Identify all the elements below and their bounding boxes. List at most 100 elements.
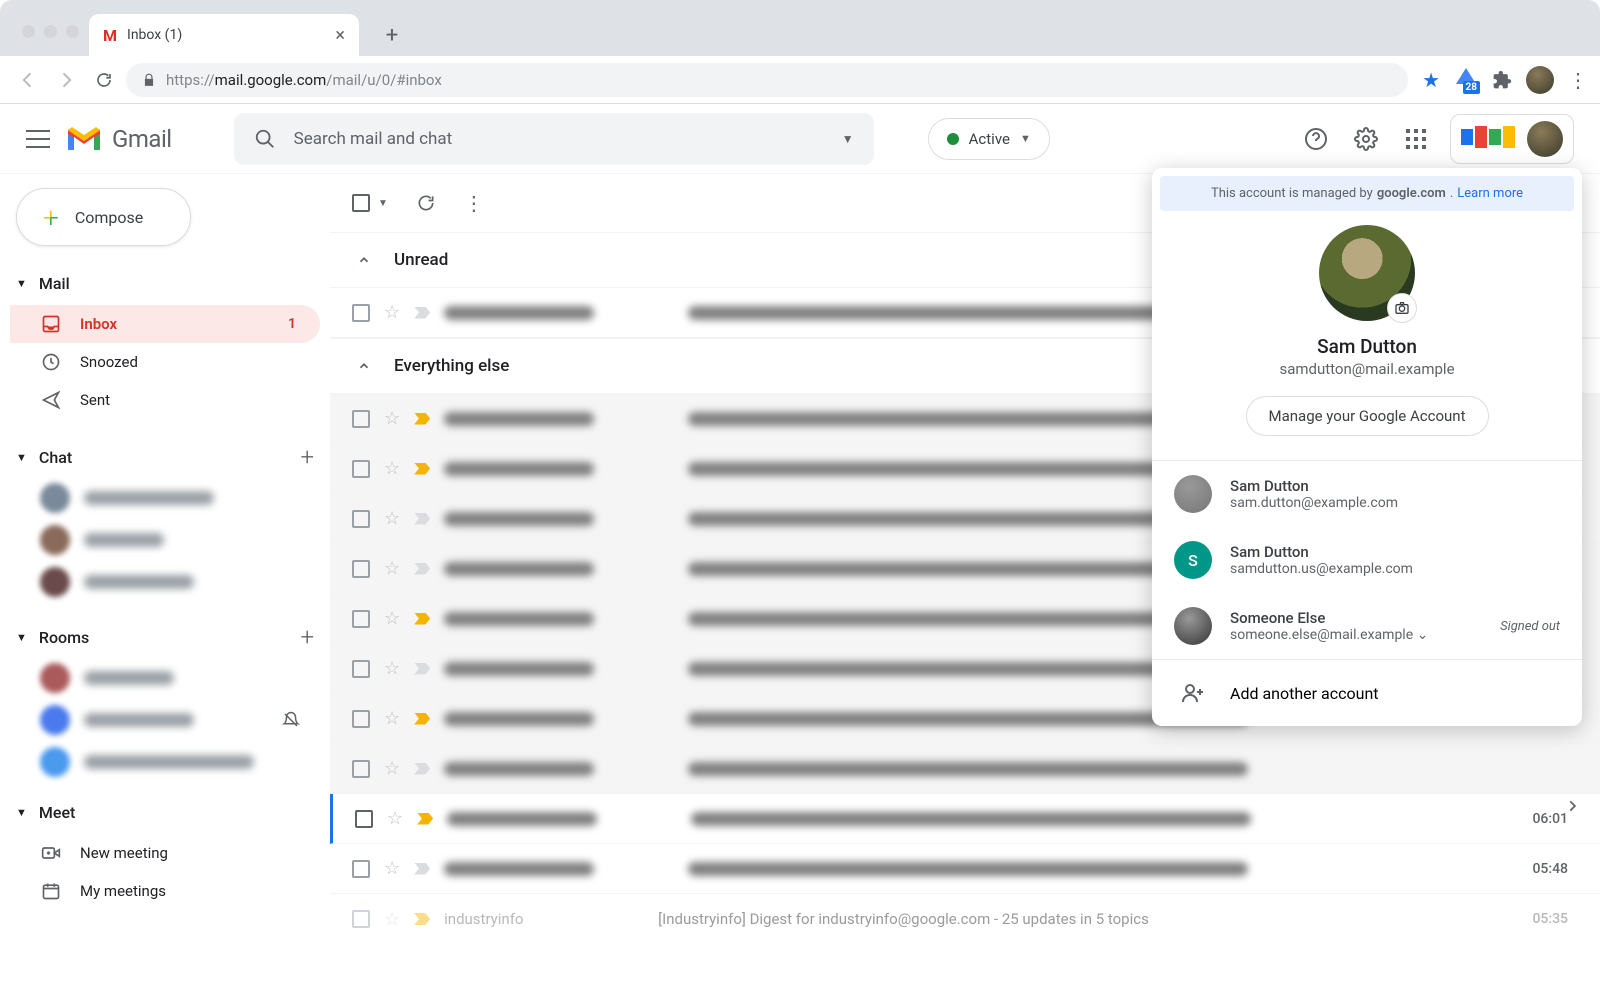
importance-marker-icon[interactable] [414, 613, 430, 625]
presence-dot-icon [947, 133, 959, 145]
alt-account-name: Sam Dutton [1230, 477, 1398, 495]
add-room-button[interactable]: + [300, 623, 314, 651]
importance-marker-icon[interactable] [414, 663, 430, 675]
settings-button[interactable] [1350, 123, 1382, 155]
browser-tab-active[interactable]: M Inbox (1) × [89, 14, 359, 56]
room-item[interactable] [10, 699, 320, 741]
row-checkbox[interactable] [352, 710, 370, 728]
mail-row[interactable]: ☆industryinfo[Industryinfo] Digest for i… [330, 894, 1600, 944]
importance-marker-icon[interactable] [414, 563, 430, 575]
profile-avatar-icon[interactable] [1526, 66, 1554, 94]
star-icon[interactable]: ☆ [384, 458, 400, 479]
chat-contact[interactable] [10, 519, 320, 561]
extension-icon[interactable]: 28 [1454, 68, 1478, 92]
mute-icon [282, 711, 302, 729]
sidebar-item-my-meetings[interactable]: My meetings [10, 872, 320, 910]
account-avatar[interactable] [1319, 225, 1415, 321]
room-item[interactable] [10, 741, 320, 783]
row-checkbox[interactable] [352, 660, 370, 678]
chat-contact[interactable] [10, 561, 320, 603]
row-checkbox[interactable] [352, 410, 370, 428]
section-mail[interactable]: ▼ Mail [10, 268, 320, 299]
chat-contact[interactable] [10, 477, 320, 519]
alt-account-row[interactable]: SSam Duttonsamdutton.us@example.com [1152, 527, 1582, 593]
nav-forward-button[interactable] [50, 64, 82, 96]
alt-account-row[interactable]: Sam Duttonsam.dutton@example.com [1152, 461, 1582, 527]
support-button[interactable] [1300, 123, 1332, 155]
nav-reload-button[interactable] [88, 64, 120, 96]
star-icon[interactable]: ☆ [384, 758, 400, 779]
side-panel-expand-button[interactable] [1550, 784, 1594, 828]
refresh-button[interactable] [416, 193, 436, 213]
star-icon[interactable]: ☆ [384, 302, 400, 323]
select-all-dropdown[interactable]: ▼ [378, 198, 388, 209]
importance-marker-icon[interactable] [414, 863, 430, 875]
bookmark-star-icon[interactable]: ★ [1422, 68, 1440, 92]
star-icon[interactable]: ☆ [384, 508, 400, 529]
window-controls[interactable] [12, 25, 89, 56]
search-box[interactable]: ▼ [234, 113, 874, 165]
row-checkbox[interactable] [352, 460, 370, 478]
tab-title: Inbox (1) [127, 27, 182, 43]
new-tab-button[interactable]: + [377, 20, 407, 50]
section-chat[interactable]: ▼ Chat + [10, 437, 320, 477]
more-actions-icon[interactable]: ⋮ [464, 191, 484, 215]
importance-marker-icon[interactable] [414, 307, 430, 319]
star-icon[interactable]: ☆ [384, 408, 400, 429]
mail-row[interactable]: ☆05:48 [330, 844, 1600, 894]
section-rooms[interactable]: ▼ Rooms + [10, 617, 320, 657]
gmail-logo[interactable]: Gmail [64, 124, 172, 154]
select-all-checkbox[interactable] [352, 194, 370, 212]
importance-marker-icon[interactable] [417, 813, 433, 825]
row-checkbox[interactable] [352, 610, 370, 628]
importance-marker-icon[interactable] [414, 763, 430, 775]
row-checkbox[interactable] [352, 910, 370, 928]
add-account-button[interactable]: Add another account [1152, 660, 1582, 726]
browser-menu-icon[interactable]: ⋮ [1568, 68, 1588, 92]
chevron-down-icon: ▼ [16, 806, 27, 819]
star-icon[interactable]: ☆ [384, 708, 400, 729]
change-photo-button[interactable] [1387, 293, 1417, 323]
row-checkbox[interactable] [352, 860, 370, 878]
extensions-puzzle-icon[interactable] [1492, 70, 1512, 90]
learn-more-link[interactable]: Learn more [1457, 186, 1523, 201]
sidebar-item-snoozed[interactable]: Snoozed [10, 343, 320, 381]
row-checkbox[interactable] [352, 510, 370, 528]
row-checkbox[interactable] [355, 810, 373, 828]
presence-status-button[interactable]: Active ▼ [928, 118, 1050, 160]
manage-account-button[interactable]: Manage your Google Account [1246, 396, 1489, 436]
alt-account-row[interactable]: Someone Elsesomeone.else@mail.example ⌄S… [1152, 593, 1582, 659]
row-checkbox[interactable] [352, 560, 370, 578]
star-icon[interactable]: ☆ [384, 909, 400, 930]
search-options-icon[interactable]: ▼ [842, 132, 854, 146]
add-chat-button[interactable]: + [300, 443, 314, 471]
row-checkbox[interactable] [352, 760, 370, 778]
importance-marker-icon[interactable] [414, 513, 430, 525]
star-icon[interactable]: ☆ [384, 658, 400, 679]
nav-back-button[interactable] [12, 64, 44, 96]
importance-marker-icon[interactable] [414, 713, 430, 725]
importance-marker-icon[interactable] [414, 463, 430, 475]
main-menu-icon[interactable] [26, 127, 50, 151]
close-tab-icon[interactable]: × [335, 25, 345, 46]
section-meet[interactable]: ▼ Meet [10, 797, 320, 828]
row-checkbox[interactable] [352, 304, 370, 322]
importance-marker-icon[interactable] [414, 913, 430, 925]
star-icon[interactable]: ☆ [387, 808, 403, 829]
star-icon[interactable]: ☆ [384, 858, 400, 879]
sidebar-item-inbox[interactable]: Inbox 1 [10, 305, 320, 343]
importance-marker-icon[interactable] [414, 413, 430, 425]
sidebar-item-new-meeting[interactable]: New meeting [10, 834, 320, 872]
address-bar[interactable]: https://mail.google.com/mail/u/0/#inbox [126, 63, 1408, 97]
google-apps-button[interactable] [1400, 123, 1432, 155]
account-switcher[interactable] [1450, 114, 1574, 164]
star-icon[interactable]: ☆ [384, 608, 400, 629]
sidebar-item-sent[interactable]: Sent [10, 381, 320, 419]
room-item[interactable] [10, 657, 320, 699]
mail-row[interactable]: ☆ [330, 744, 1600, 794]
star-icon[interactable]: ☆ [384, 558, 400, 579]
search-input[interactable] [294, 129, 824, 149]
alt-account-email: someone.else@mail.example ⌄ [1230, 627, 1428, 643]
mail-row[interactable]: ☆06:01 [330, 794, 1600, 844]
compose-button[interactable]: + Compose [16, 188, 191, 246]
